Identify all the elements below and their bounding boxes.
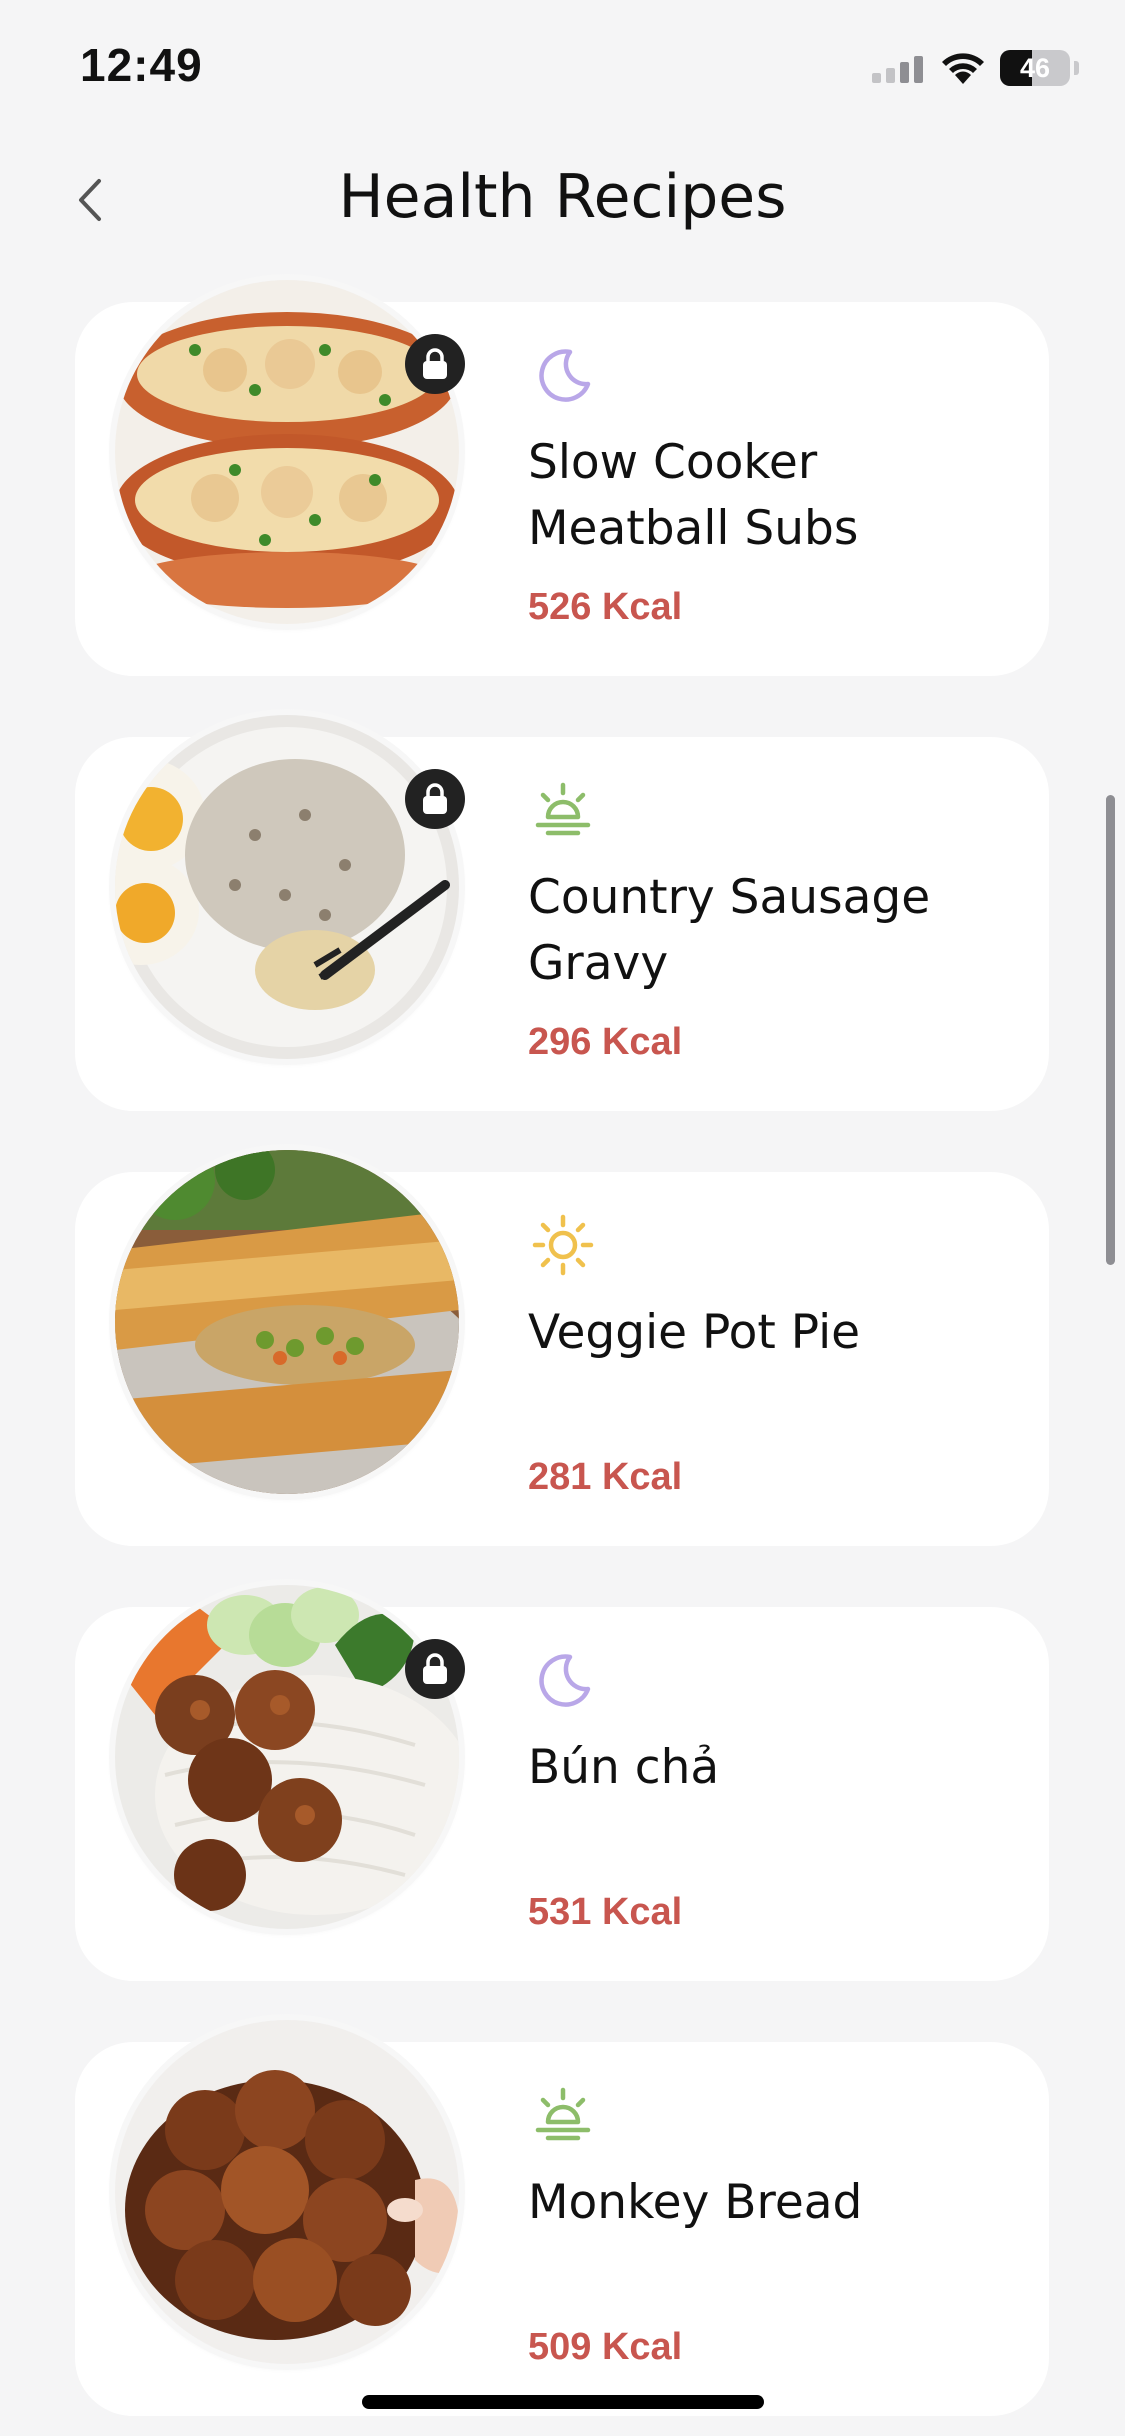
page-title: Health Recipes [338, 162, 787, 232]
wifi-icon [942, 53, 984, 84]
recipe-kcal: 296 Kcal [528, 1021, 683, 1063]
status-time: 12:49 [80, 39, 203, 91]
recipe-image [115, 1585, 459, 1929]
recipe-card[interactable]: Monkey Bread 509 Kcal [75, 2020, 1049, 2416]
moon-icon [539, 1654, 591, 1707]
recipe-card[interactable]: Veggie Pot Pie 281 Kcal [75, 1150, 1049, 1546]
lock-icon [423, 783, 447, 814]
recipe-kcal: 281 Kcal [528, 1456, 683, 1498]
sun-icon [532, 1214, 594, 1276]
recipe-image [115, 280, 459, 624]
recipe-name: Monkey Bread [528, 2175, 863, 2230]
status-icons: 46 [872, 48, 1079, 88]
recipe-card[interactable]: Bún chả 531 Kcal [75, 1585, 1049, 1981]
nav-header: Health Recipes [0, 150, 1125, 250]
recipe-image [115, 1150, 459, 1494]
battery-level: 46 [1019, 53, 1051, 83]
sunrise-icon [535, 2087, 591, 2141]
recipe-image [115, 2020, 459, 2364]
recipe-name: Bún chả [528, 1740, 720, 1795]
monkey-bread-image [115, 2020, 459, 2364]
lock-badge [405, 334, 465, 394]
recipe-name: Slow Cooker Meatball Subs [528, 435, 859, 556]
battery-tip [1074, 61, 1079, 75]
lock-icon [423, 348, 447, 379]
bun-cha-image [115, 1585, 459, 1929]
recipe-card[interactable]: Slow Cooker Meatball Subs 526 Kcal [75, 280, 1049, 676]
lock-icon [423, 1653, 447, 1684]
cellular-signal-icon [872, 56, 923, 83]
lock-badge [405, 769, 465, 829]
meatball-subs-image [115, 280, 459, 624]
veggie-pot-pie-image [115, 1150, 459, 1494]
lock-badge [405, 1639, 465, 1699]
recipe-kcal: 509 Kcal [528, 2326, 683, 2368]
recipe-kcal: 526 Kcal [528, 586, 683, 628]
recipe-name: Country Sausage Gravy [528, 870, 931, 991]
sausage-gravy-image [115, 715, 459, 1059]
status-bar: 12:49 46 [0, 0, 1125, 130]
recipe-card[interactable]: Country Sausage Gravy 296 Kcal [75, 715, 1049, 1111]
recipe-kcal: 531 Kcal [528, 1891, 683, 1933]
sunrise-icon [535, 782, 591, 836]
recipe-image [115, 715, 459, 1059]
battery-icon: 46 [1000, 50, 1070, 86]
moon-icon [539, 349, 591, 402]
recipe-name: Veggie Pot Pie [528, 1305, 861, 1360]
scrollbar[interactable] [1106, 795, 1115, 1265]
home-indicator[interactable] [362, 2395, 764, 2409]
